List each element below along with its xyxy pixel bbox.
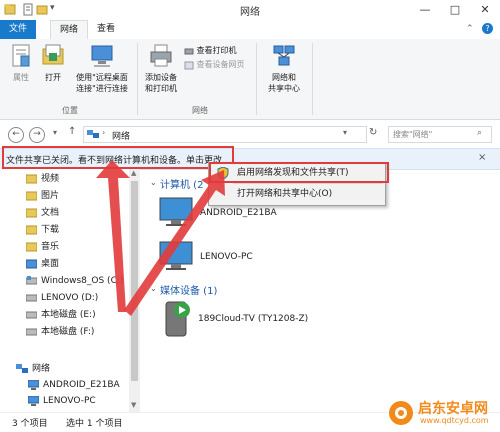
annotation-arrows	[96, 160, 225, 316]
arrow-up-menu	[124, 170, 225, 316]
watermark: 启东安卓网 www.qdtcyd.com	[388, 396, 500, 431]
arrow-up-infobar	[96, 160, 130, 312]
watermark-url: www.qdtcyd.com	[420, 416, 489, 425]
item-count: 3 个项目	[12, 419, 48, 429]
selected-count: 选中 1 个项目	[66, 419, 123, 429]
watermark-logo-icon	[389, 401, 413, 425]
watermark-name: 启东安卓网	[418, 401, 488, 417]
